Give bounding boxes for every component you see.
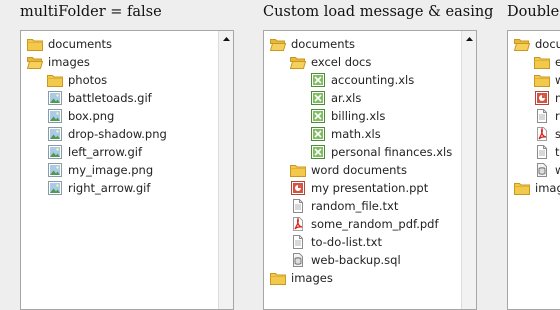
image-file-icon: [47, 127, 63, 141]
item-label: excel docs: [311, 55, 372, 69]
excel-file-icon: [310, 127, 326, 141]
image-file-icon: [47, 91, 63, 105]
excel-file-icon: [310, 73, 326, 87]
item-label: web-backup.sql: [311, 253, 401, 267]
scroll-up-button[interactable]: [219, 31, 233, 46]
pdf-file-icon: [290, 216, 306, 231]
item-label: accounting.xls: [331, 73, 415, 87]
panel-title-double: Double: [507, 4, 560, 20]
folder-icon: [290, 163, 306, 177]
text-file-icon: [534, 145, 550, 159]
item-label: box.png: [68, 109, 115, 123]
image-file-icon: [47, 181, 63, 195]
image-file-icon: [47, 163, 63, 177]
item-label: some_random_pdf.pdf: [311, 217, 439, 231]
item-label: m: [555, 89, 560, 107]
scroll-up-button[interactable]: [462, 31, 476, 46]
file-tree-panel-multifolder: documents images photos battletoads.gif box.…: [20, 30, 234, 310]
item-label: documents: [535, 37, 560, 51]
item-label: photos: [68, 73, 108, 87]
file-tree-panel-double: documentsewmrstwimages: [507, 30, 560, 310]
powerpoint-file-icon: [534, 91, 550, 105]
pdf-file-icon: [534, 126, 550, 141]
powerpoint-file-icon: [290, 181, 306, 195]
item-label: to-do-list.txt: [311, 235, 382, 249]
item-label: images: [291, 271, 333, 285]
panel-title-multifolder: multiFolder = false: [20, 4, 162, 20]
item-label: documents: [291, 37, 356, 51]
item-label: ar.xls: [331, 91, 362, 105]
item-label: e: [555, 53, 560, 71]
item-label: w: [555, 161, 560, 179]
item-label: random_file.txt: [311, 199, 399, 213]
excel-file-icon: [310, 109, 326, 123]
excel-file-icon: [310, 145, 326, 159]
folder-open-icon: [513, 37, 531, 51]
folder-icon: [27, 37, 43, 51]
item-label: r: [555, 109, 560, 123]
item-label: left_arrow.gif: [68, 145, 143, 159]
item-label: documents: [48, 37, 113, 51]
item-label: images: [535, 181, 560, 195]
image-file-icon: [47, 109, 63, 123]
item-label: right_arrow.gif: [68, 181, 151, 195]
item-label: math.xls: [331, 127, 381, 141]
item-label: t: [555, 145, 560, 159]
folder-icon: [534, 73, 550, 87]
item-label: word documents: [311, 163, 407, 177]
image-file-icon: [47, 145, 63, 159]
folder-icon: [47, 73, 63, 87]
item-label: my_image.png: [68, 163, 154, 177]
database-file-icon: [534, 163, 550, 177]
file-tree: documentsewmrstwimages: [508, 31, 560, 309]
folder-open-icon: [289, 55, 307, 69]
folder-icon: [514, 181, 530, 195]
file-tree: documents images photos battletoads.gif box.…: [21, 31, 218, 309]
text-file-icon: [534, 109, 550, 123]
text-file-icon: [290, 199, 306, 213]
vertical-scrollbar[interactable]: [218, 31, 233, 309]
file-tree-panel-custom-load: documents excel docs accounting.xls ar.xls b…: [263, 30, 477, 310]
item-label: w: [555, 71, 560, 89]
item-label: battletoads.gif: [68, 91, 152, 105]
text-file-icon: [290, 235, 306, 249]
folder-icon: [270, 271, 286, 285]
folder-open-icon: [26, 55, 44, 69]
item-label: drop-shadow.png: [68, 127, 167, 141]
file-tree: documents excel docs accounting.xls ar.xls b…: [264, 31, 461, 309]
vertical-scrollbar[interactable]: [461, 31, 476, 309]
item-label: personal finances.xls: [331, 145, 453, 159]
arrow-up-icon: [465, 36, 473, 41]
database-file-icon: [290, 253, 306, 267]
item-label: my presentation.ppt: [311, 181, 429, 195]
item-label: s: [555, 125, 560, 143]
panel-title-custom-load: Custom load message & easing: [263, 4, 494, 20]
folder-open-icon: [269, 37, 287, 51]
excel-file-icon: [310, 91, 326, 105]
arrow-up-icon: [222, 36, 230, 41]
item-label: images: [48, 55, 90, 69]
folder-icon: [534, 55, 550, 69]
item-label: billing.xls: [331, 109, 386, 123]
